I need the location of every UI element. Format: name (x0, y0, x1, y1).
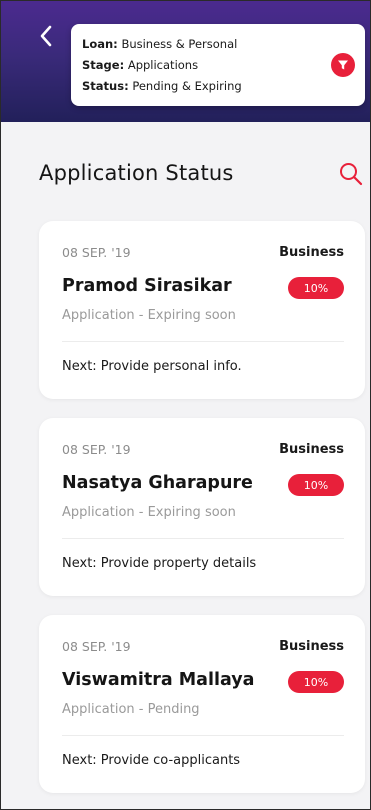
progress-badge: 10% (288, 474, 344, 496)
funnel-icon (338, 60, 348, 70)
chevron-left-icon (40, 25, 52, 47)
divider (62, 538, 344, 539)
back-button[interactable] (35, 23, 57, 49)
filter-stage-value: Applications (127, 58, 199, 72)
page-title: Application Status (39, 161, 234, 185)
filter-loan: Loan: Business & Personal (82, 37, 237, 51)
application-card[interactable]: 08 SEP. '19 Business Viswamitra Mallaya … (39, 615, 365, 793)
application-status: Application - Expiring soon (62, 308, 236, 323)
search-button[interactable] (338, 161, 364, 187)
application-date: 08 SEP. '19 (62, 639, 131, 654)
loan-type: Business (279, 245, 344, 260)
header: Loan: Business & Personal Stage: Applica… (1, 1, 370, 122)
applicant-name: Nasatya Gharapure (62, 473, 253, 493)
application-status: Application - Pending (62, 702, 200, 717)
filter-summary-card[interactable]: Loan: Business & Personal Stage: Applica… (71, 24, 365, 106)
next-step: Next: Provide property details (62, 556, 257, 571)
application-card[interactable]: 08 SEP. '19 Business Nasatya Gharapure 1… (39, 418, 365, 596)
filter-status-value: Pending & Expiring (132, 79, 242, 93)
filter-stage: Stage: Applications (82, 58, 198, 72)
loan-type: Business (279, 442, 344, 457)
app-screen: Loan: Business & Personal Stage: Applica… (0, 0, 371, 810)
search-icon (340, 163, 363, 186)
filter-loan-key: Loan: (82, 37, 118, 51)
applicant-name: Viswamitra Mallaya (62, 670, 255, 690)
progress-badge: 10% (288, 671, 344, 693)
filter-button[interactable] (331, 53, 355, 77)
application-date: 08 SEP. '19 (62, 442, 131, 457)
filter-status: Status: Pending & Expiring (82, 79, 242, 93)
divider (62, 341, 344, 342)
next-step: Next: Provide co-applicants (62, 753, 241, 768)
filter-status-key: Status: (82, 79, 129, 93)
progress-badge: 10% (288, 277, 344, 299)
application-status: Application - Expiring soon (62, 505, 236, 520)
divider (62, 735, 344, 736)
applicant-name: Pramod Sirasikar (62, 276, 232, 296)
filter-stage-key: Stage: (82, 58, 125, 72)
loan-type: Business (279, 639, 344, 654)
filter-loan-value: Business & Personal (121, 37, 238, 51)
application-card[interactable]: 08 SEP. '19 Business Pramod Sirasikar 10… (39, 221, 365, 399)
next-step: Next: Provide personal info. (62, 359, 242, 374)
application-date: 08 SEP. '19 (62, 245, 131, 260)
